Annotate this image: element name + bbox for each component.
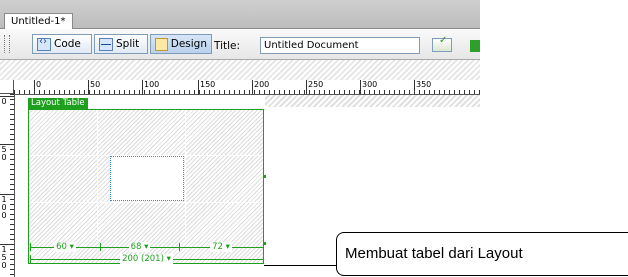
width-cap xyxy=(263,255,264,263)
ruler-mark-350: 350 xyxy=(416,80,432,89)
toolbar-grip[interactable] xyxy=(4,35,10,53)
horizontal-ruler: 0 50 100 150 200 250 300 350 xyxy=(14,80,480,95)
ruler-major-tick xyxy=(198,80,199,94)
ruler-mark-250: 250 xyxy=(308,80,324,89)
column-width-1-label: 60 ▾ xyxy=(54,242,76,252)
document-tab[interactable]: Untitled-1* xyxy=(4,13,73,29)
code-view-icon xyxy=(37,36,51,51)
table-total-width-label: 200 (201) ▾ xyxy=(120,254,173,264)
table-total-width[interactable]: 200 (201) ▾ xyxy=(30,254,263,264)
split-view-button[interactable]: Split xyxy=(94,34,148,54)
preview-icon[interactable] xyxy=(470,40,480,52)
vruler-mark-0: 0 xyxy=(1,97,7,106)
layout-column-divider xyxy=(97,110,98,240)
title-label: Title: xyxy=(214,40,241,52)
design-view-label: Design xyxy=(170,38,207,50)
ruler-mark-150: 150 xyxy=(200,80,216,89)
column-width-3-label: 72 ▾ xyxy=(210,242,232,252)
toolbar-hatch-area xyxy=(0,60,480,80)
width-cap xyxy=(263,243,264,251)
column-width-3[interactable]: 72 ▾ xyxy=(179,242,263,252)
split-view-icon xyxy=(99,37,113,51)
ruler-mark-0: 0 xyxy=(36,80,42,89)
column-width-2-label: 68 ▾ xyxy=(128,242,151,252)
ruler-mark-300: 300 xyxy=(362,80,378,89)
ruler-mark-50: 50 xyxy=(90,80,101,89)
vruler-mark-100: 1 0 0 xyxy=(1,195,7,220)
vruler-mark-150: 1 5 0 xyxy=(1,245,7,270)
vruler-mark-50: 5 0 xyxy=(1,145,7,162)
ruler-mark-100: 100 xyxy=(144,80,160,89)
validate-markup-icon[interactable] xyxy=(432,35,452,52)
column-width-1[interactable]: 60 ▾ xyxy=(30,242,100,252)
layout-row-divider xyxy=(29,202,263,203)
canvas-hatch-area xyxy=(265,95,480,107)
column-widths-row: 60 ▾ 68 ▾ 72 ▾ xyxy=(30,242,264,252)
column-width-2[interactable]: 68 ▾ xyxy=(100,242,179,252)
ruler-major-tick xyxy=(34,80,35,94)
callout-text: Membuat tabel dari Layout xyxy=(345,245,523,262)
code-view-label: Code xyxy=(54,38,81,50)
document-tab-bar: Untitled-1* xyxy=(0,0,480,29)
ruler-major-tick xyxy=(414,80,415,94)
document-toolbar: Code Split Design Title: xyxy=(0,29,480,60)
layout-cell[interactable] xyxy=(110,156,184,201)
design-view-icon xyxy=(155,37,168,51)
callout-pointer-line xyxy=(264,265,338,266)
layout-table[interactable] xyxy=(28,109,264,264)
ruler-major-tick xyxy=(360,80,361,94)
title-input[interactable] xyxy=(260,37,420,54)
design-view-button[interactable]: Design xyxy=(150,34,212,54)
vertical-ruler: 0 5 0 1 0 0 1 5 0 xyxy=(0,94,15,277)
layout-column-divider xyxy=(185,110,186,240)
callout-box: Membuat tabel dari Layout xyxy=(336,232,628,276)
code-view-button[interactable]: Code xyxy=(32,34,92,54)
ruler-major-tick xyxy=(252,80,253,94)
table-width-row: 200 (201) ▾ xyxy=(30,254,264,264)
ruler-major-tick xyxy=(88,80,89,94)
ruler-corner xyxy=(0,80,14,94)
ruler-major-tick xyxy=(306,80,307,94)
resize-handle[interactable] xyxy=(263,175,266,178)
ruler-major-tick xyxy=(142,80,143,94)
ruler-mark-200: 200 xyxy=(254,80,270,89)
split-view-label: Split xyxy=(116,38,140,50)
layout-table-tab[interactable]: Layout Table xyxy=(28,98,88,109)
